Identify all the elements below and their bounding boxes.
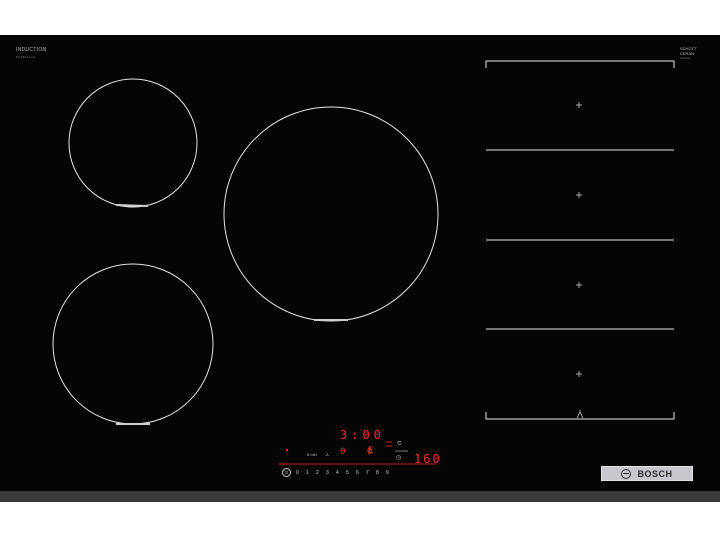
red-dot-indicator	[285, 448, 289, 452]
power-level-7[interactable]: 7	[366, 470, 369, 476]
power-level-scale[interactable]: 0 1 2 3 4 5 6 7 8 9	[296, 470, 389, 476]
power-level-8[interactable]: 8	[376, 470, 379, 476]
timer-display: 3:00	[340, 428, 385, 442]
power-level-5[interactable]: 5	[346, 470, 349, 476]
zone-front-left[interactable]	[52, 263, 214, 425]
zone-center[interactable]	[223, 106, 439, 322]
timer-icon[interactable]: ◷	[396, 454, 401, 461]
auto-label[interactable]: A	[326, 452, 329, 457]
power-level-2[interactable]: 2	[316, 470, 319, 476]
zone-rear-left-indicator	[115, 204, 149, 207]
bosch-logo-text: BOSCH	[637, 468, 673, 479]
power-level-1[interactable]: 1	[306, 470, 309, 476]
power-level-3[interactable]: 3	[326, 470, 329, 476]
zone-rear-left[interactable]	[68, 78, 198, 208]
zone-levels-display: 0 0	[340, 447, 381, 457]
flex-zone[interactable]	[485, 60, 675, 420]
power-level-4[interactable]: 4	[336, 470, 339, 476]
power-level-6[interactable]: 6	[356, 470, 359, 476]
bosch-logo-icon	[621, 468, 632, 479]
power-level-0[interactable]: 0	[296, 470, 299, 476]
power-button[interactable]: ⏻	[282, 468, 291, 477]
zone-e-display: E	[368, 446, 374, 456]
move-mode-icon	[576, 410, 584, 419]
temperature-display: 160	[414, 452, 442, 466]
minute-label[interactable]: 8 min	[307, 452, 317, 457]
cooking-zones	[52, 60, 675, 465]
power-level-9[interactable]: 9	[386, 470, 389, 476]
stopwatch-icon[interactable]: ⏲	[397, 441, 402, 448]
bosch-badge: BOSCH	[601, 466, 693, 481]
